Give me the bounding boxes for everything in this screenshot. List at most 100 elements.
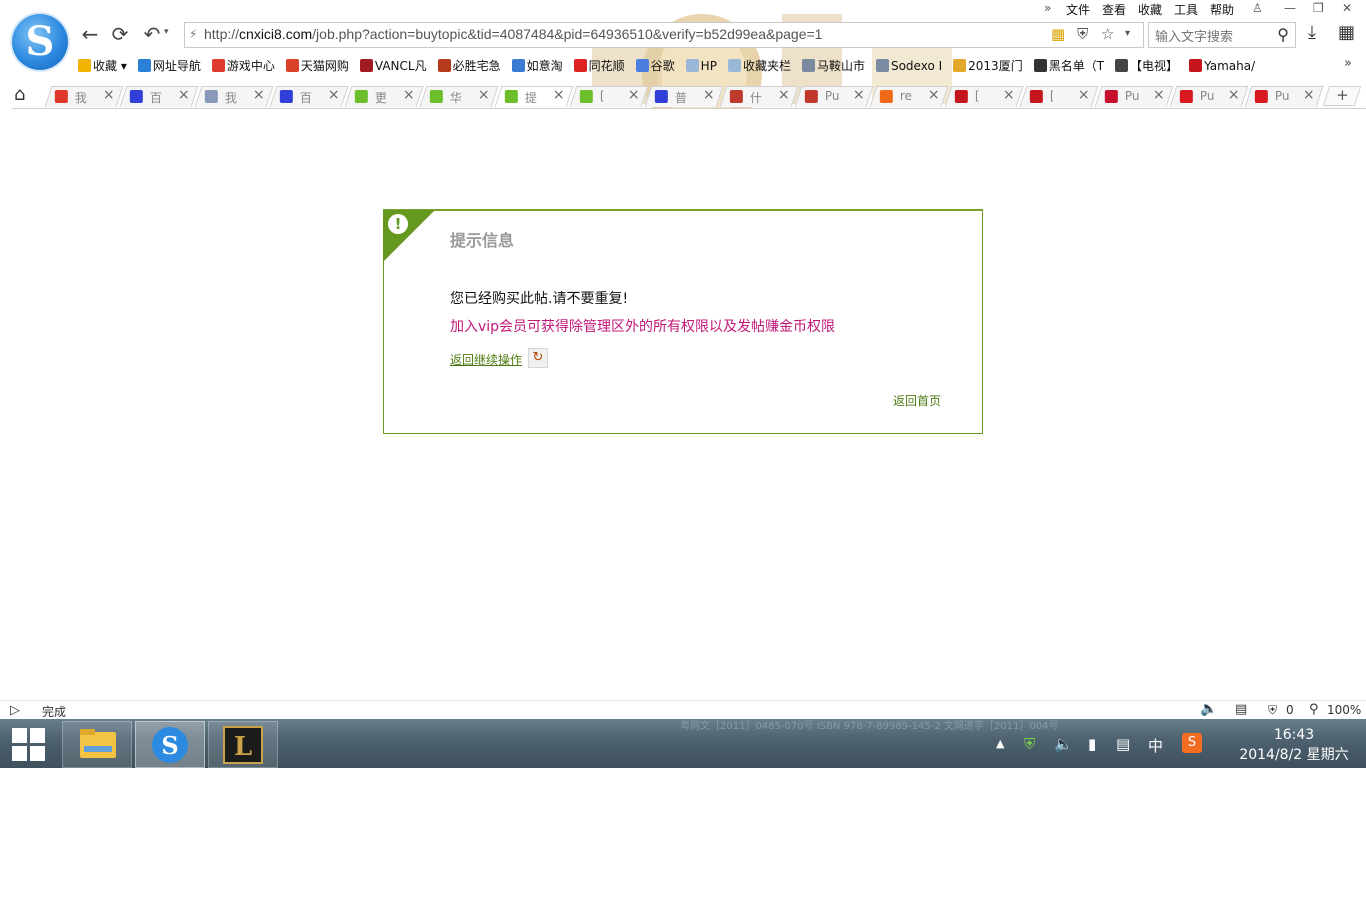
volume-icon[interactable]: 🔈	[1200, 701, 1217, 717]
tab-close-icon[interactable]: ×	[103, 87, 115, 103]
undo-dropdown-chevron-icon[interactable]: ▾	[164, 27, 169, 37]
download-icon[interactable]: ⤓	[1308, 22, 1316, 43]
bookmark-item[interactable]: VANCL凡	[359, 57, 427, 74]
bookmark-item[interactable]: Yamaha/	[1189, 59, 1255, 73]
address-dropdown-chevron-icon[interactable]: ▾	[1125, 28, 1130, 39]
bookmark-item[interactable]: 同花顺	[573, 57, 625, 74]
league-of-legends-task[interactable]: L	[208, 721, 278, 768]
system-clock[interactable]: 16:43 2014/8/2 星期六	[1228, 725, 1360, 765]
tray-expand-chevron-icon[interactable]: ▲	[996, 737, 1004, 750]
ime-language[interactable]: 中	[1148, 735, 1163, 756]
bookmark-item[interactable]: Sodexo I	[875, 59, 942, 73]
refresh-icon[interactable]: ⟳	[108, 22, 132, 46]
bookmark-item[interactable]: 黑名单（T	[1033, 57, 1104, 74]
search-input[interactable]	[1153, 25, 1267, 47]
bookmark-item[interactable]: 网址导航	[137, 57, 201, 74]
minimize-icon[interactable]: —	[1284, 1, 1296, 15]
browser-tab[interactable]: Pu ×	[1094, 86, 1174, 107]
battery-icon[interactable]: ▮	[1088, 735, 1096, 753]
tab-close-icon[interactable]: ×	[1153, 87, 1165, 103]
browser-tab[interactable]: 普 ×	[644, 86, 724, 107]
tab-close-icon[interactable]: ×	[1003, 87, 1015, 103]
menu-help[interactable]: 帮助	[1210, 1, 1234, 18]
sidebar-toggle-icon[interactable]: ▷	[10, 703, 20, 718]
menu-view[interactable]: 查看	[1102, 1, 1126, 18]
undo-close-icon[interactable]: ↶	[140, 22, 164, 46]
tab-close-icon[interactable]: ×	[928, 87, 940, 103]
restore-icon[interactable]: ❐	[1313, 1, 1324, 15]
browser-tab[interactable]: 更 ×	[344, 86, 424, 107]
sogou-ime-icon[interactable]: S	[1182, 733, 1202, 753]
apps-grid-icon[interactable]: ▦	[1338, 22, 1355, 43]
bookmarks-more-chevron-icon[interactable]: »	[1344, 56, 1352, 71]
refresh-back-icon[interactable]: ↻	[528, 348, 548, 368]
return-home-link[interactable]: 返回首页	[893, 392, 941, 409]
more-menus-chevron-icon[interactable]: »	[1044, 1, 1051, 15]
tab-close-icon[interactable]: ×	[478, 87, 490, 103]
back-arrow-icon[interactable]: ←	[78, 22, 102, 46]
browser-tab[interactable]: 百 ×	[269, 86, 349, 107]
tab-close-icon[interactable]: ×	[1228, 87, 1240, 103]
tab-close-icon[interactable]: ×	[853, 87, 865, 103]
tab-close-icon[interactable]: ×	[178, 87, 190, 103]
bookmark-item[interactable]: 收藏 ▾	[78, 57, 127, 74]
tab-close-icon[interactable]: ×	[253, 87, 265, 103]
menu-file[interactable]: 文件	[1066, 1, 1090, 18]
bookmark-item[interactable]: 2013厦门	[953, 57, 1023, 74]
bookmark-item[interactable]: 天猫网购	[285, 57, 349, 74]
tab-close-icon[interactable]: ×	[403, 87, 415, 103]
bookmark-item[interactable]: 谷歌	[635, 57, 675, 74]
bookmark-item[interactable]: 游戏中心	[211, 57, 275, 74]
browser-tab[interactable]: 华 ×	[419, 86, 499, 107]
browser-tab[interactable]: Pu ×	[1244, 86, 1324, 107]
zoom-level[interactable]: 100%	[1327, 703, 1361, 717]
search-icon[interactable]: ⚲	[1277, 25, 1289, 44]
start-windows-icon[interactable]	[12, 728, 46, 762]
tab-close-icon[interactable]: ×	[778, 87, 790, 103]
browser-logo[interactable]: S	[12, 14, 68, 70]
file-explorer-task[interactable]	[62, 721, 132, 768]
bookmark-item[interactable]: 马鞍山市	[801, 57, 865, 74]
bookmark-item[interactable]: 如意淘	[511, 57, 563, 74]
security-shield-icon[interactable]: ⛨	[1024, 735, 1035, 753]
tab-close-icon[interactable]: ×	[553, 87, 565, 103]
tab-close-icon[interactable]: ×	[703, 87, 715, 103]
zoom-icon[interactable]: ⚲	[1309, 702, 1319, 717]
close-icon[interactable]: ✕	[1342, 1, 1352, 15]
tab-close-icon[interactable]: ×	[1303, 87, 1315, 103]
favorites-dropdown-chevron-icon[interactable]: ▾	[117, 59, 127, 73]
browser-tab[interactable]: Pu ×	[1169, 86, 1249, 107]
bookmark-item[interactable]: 必胜宅急	[437, 57, 501, 74]
menu-favorites[interactable]: 收藏	[1138, 1, 1162, 18]
bookmark-item[interactable]: HP	[685, 59, 717, 73]
browser-tab[interactable]: 我 ×	[44, 86, 124, 107]
new-tab-button[interactable]: +	[1322, 86, 1362, 106]
bookmark-item[interactable]: 【电视】	[1115, 57, 1178, 74]
browser-tab[interactable]: 百 ×	[119, 86, 199, 107]
browser-tab[interactable]: 我 ×	[194, 86, 274, 107]
home-icon[interactable]: ⌂	[14, 84, 25, 105]
menu-tools[interactable]: 工具	[1174, 1, 1198, 18]
browser-tab[interactable]: [×	[944, 86, 1024, 107]
browser-tab[interactable]: [×	[1019, 86, 1099, 107]
shield-icon[interactable]: ⛨	[1077, 25, 1088, 43]
back-continue-link[interactable]: 返回继续操作	[450, 351, 522, 368]
extension-icon[interactable]: ▦	[1051, 25, 1065, 43]
sogou-browser-task[interactable]: S	[135, 721, 205, 768]
browser-tab[interactable]: Pu ×	[794, 86, 874, 107]
search-box[interactable]: ⚲	[1148, 22, 1296, 48]
browser-tab[interactable]: 提 ×	[494, 86, 574, 107]
browser-tab[interactable]: [×	[569, 86, 649, 107]
toolbox-icon[interactable]: ▤	[1235, 702, 1247, 717]
browser-tab[interactable]: re ×	[869, 86, 949, 107]
address-bar[interactable]: ⚡ http://cnxici8.com/job.php?action=buyt…	[184, 22, 1144, 48]
bookmark-item[interactable]: 收藏夹栏	[727, 57, 791, 74]
tab-close-icon[interactable]: ×	[328, 87, 340, 103]
skin-shirt-icon[interactable]: ♙	[1252, 1, 1263, 15]
speaker-icon[interactable]: 🔈	[1054, 735, 1073, 753]
tab-close-icon[interactable]: ×	[1078, 87, 1090, 103]
star-icon[interactable]: ☆	[1101, 25, 1114, 43]
tab-close-icon[interactable]: ×	[628, 87, 640, 103]
adblock-shield-icon[interactable]: ⛨	[1268, 703, 1277, 718]
network-icon[interactable]: ▤	[1116, 735, 1130, 753]
